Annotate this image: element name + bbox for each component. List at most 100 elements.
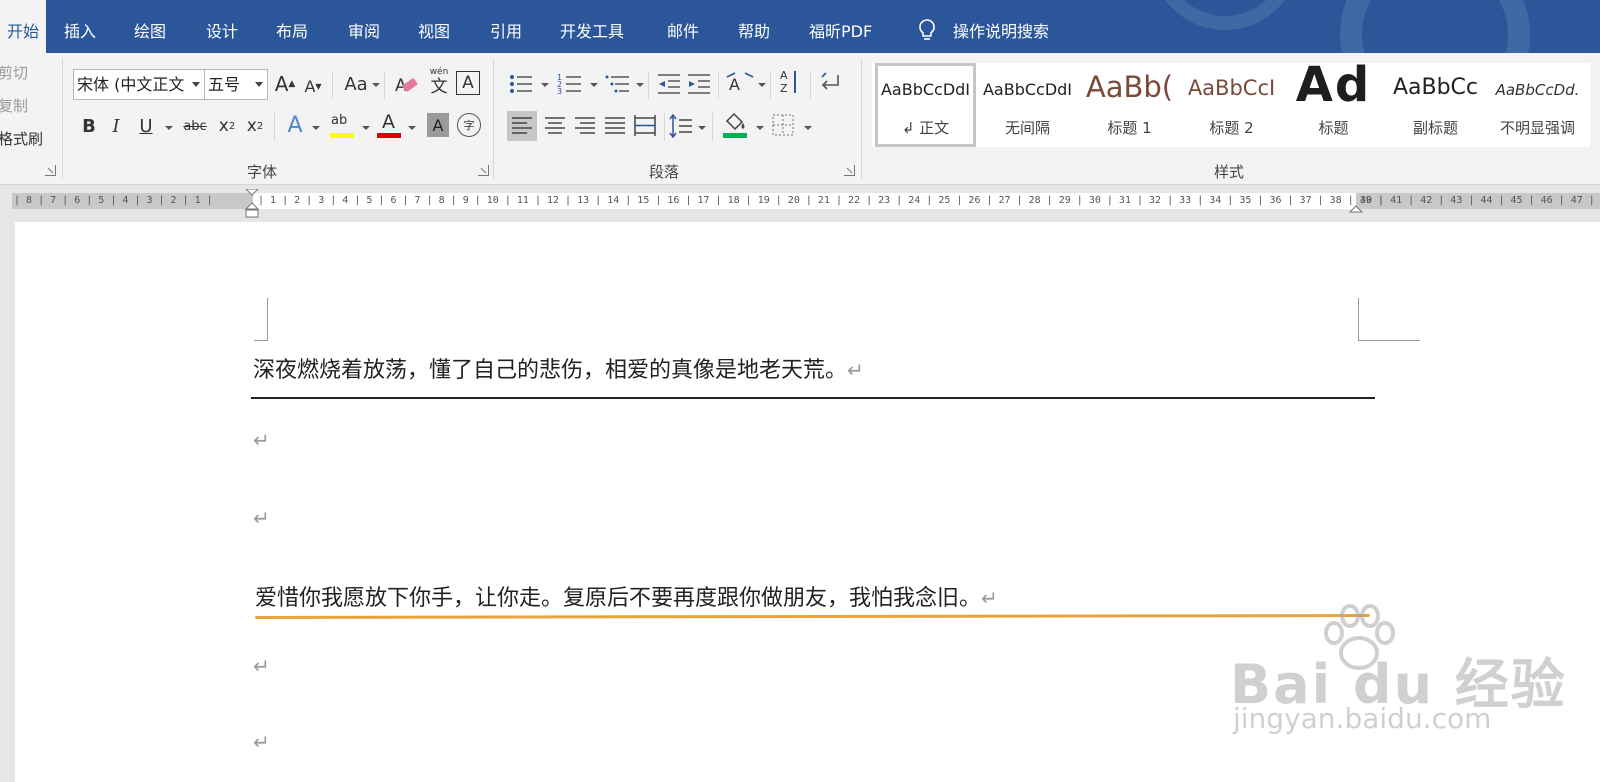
align-center-icon[interactable] — [540, 111, 570, 141]
style-preview: Ad — [1295, 57, 1372, 113]
chinese-layout-icon[interactable]: A — [726, 71, 754, 97]
underline-button[interactable]: U — [135, 113, 157, 139]
tell-me-search[interactable]: 操作说明搜索 — [953, 0, 1049, 53]
strikethrough-button[interactable]: abc — [180, 113, 210, 139]
character-border-icon: A — [462, 73, 474, 93]
paragraph-border-line — [251, 397, 1375, 399]
paragraph-2-text: 爱惜你我愿放下你手，让你走。复原后不要再度跟你做朋友，我怕我念旧。 — [255, 586, 982, 611]
divider — [718, 71, 719, 99]
text-effects-button[interactable]: A — [282, 111, 308, 139]
indent-marker-icon[interactable] — [245, 189, 259, 219]
grow-font-button[interactable]: A ▲ — [274, 71, 296, 97]
font-size-combo[interactable]: 五号 — [204, 69, 268, 100]
tab-review[interactable]: 审阅 — [348, 0, 380, 53]
horizontal-ruler[interactable]: | 8 | 7 | 6 | 5 | 4 | 3 | 2 | 1 | | 1 | … — [0, 189, 1600, 219]
font-launcher-icon[interactable] — [478, 165, 489, 176]
tab-developer[interactable]: 开发工具 — [560, 0, 624, 53]
phonetic-guide-button[interactable]: wén 文 — [427, 67, 451, 99]
chevron-down-icon[interactable] — [362, 126, 370, 130]
tab-view[interactable]: 视图 — [418, 0, 450, 53]
watermark-url: jingyan.baidu.com — [1233, 702, 1492, 735]
right-indent-marker-icon[interactable] — [1349, 205, 1363, 215]
format-painter-button[interactable]: 格式刷 — [0, 128, 43, 149]
empty-paragraph[interactable]: ↵ — [253, 654, 270, 678]
borders-icon[interactable] — [771, 113, 795, 137]
style-name: 标题 2 — [1209, 119, 1254, 137]
tab-design[interactable]: 设计 — [206, 0, 238, 53]
superscript-button[interactable]: x2 — [244, 113, 266, 139]
tab-references[interactable]: 引用 — [490, 0, 522, 53]
increase-indent-icon[interactable] — [686, 71, 712, 97]
subscript-button[interactable]: x2 — [216, 113, 238, 139]
chevron-down-icon[interactable] — [312, 126, 320, 130]
character-shading-button[interactable]: A — [427, 113, 449, 137]
highlight-button[interactable]: ab — [329, 113, 357, 141]
chevron-down-icon[interactable] — [165, 126, 173, 130]
tab-mailings[interactable]: 邮件 — [667, 0, 699, 53]
chevron-down-icon[interactable] — [590, 83, 598, 87]
sort-icon: A Z — [780, 69, 788, 95]
font-color-button[interactable]: A — [377, 111, 403, 141]
font-name-value: 宋体 (中文正文 — [77, 75, 185, 94]
font-name-combo[interactable]: 宋体 (中文正文 — [73, 69, 205, 100]
shrink-font-button[interactable]: A ▼ — [302, 73, 324, 99]
tab-foxit-pdf[interactable]: 福昕PDF — [809, 0, 872, 53]
style-subtitle[interactable]: AaBbCc 副标题 — [1385, 63, 1486, 147]
chevron-down-icon[interactable] — [636, 83, 644, 87]
chevron-down-icon[interactable] — [698, 126, 706, 130]
chevron-down-icon[interactable] — [756, 126, 764, 130]
italic-button[interactable]: I — [105, 113, 127, 139]
justify-icon[interactable] — [600, 111, 630, 141]
chevron-down-icon[interactable] — [758, 83, 766, 87]
styles-group-label: 样式 — [1214, 163, 1245, 181]
numbering-icon[interactable]: 123 — [557, 71, 583, 97]
tab-help[interactable]: 帮助 — [738, 0, 770, 53]
font-color-swatch — [377, 133, 401, 138]
align-right-icon[interactable] — [570, 111, 600, 141]
multilevel-list-icon[interactable] — [605, 71, 631, 97]
chevron-down-icon[interactable] — [541, 83, 549, 87]
enclose-characters-button[interactable]: 字 — [457, 113, 481, 137]
bold-button[interactable]: B — [78, 113, 100, 139]
chevron-down-icon[interactable] — [408, 126, 416, 130]
paragraph-1-text: 深夜燃烧着放荡，懂了自己的悲伤，相爱的真像是地老天荒。 — [253, 358, 848, 383]
character-border-button[interactable]: A — [456, 71, 480, 95]
clipboard-launcher-icon[interactable] — [45, 165, 56, 176]
cut-button[interactable]: 剪切 — [0, 62, 28, 83]
tab-home[interactable]: 开始 — [0, 0, 46, 53]
style-title[interactable]: Ad 标题 — [1283, 57, 1384, 147]
paragraph-2[interactable]: 爱惜你我愿放下你手，让你走。复原后不要再度跟你做朋友，我怕我念旧。↵ — [255, 580, 998, 612]
bullets-icon[interactable] — [508, 71, 534, 97]
show-hide-marks-icon[interactable] — [818, 71, 844, 97]
tab-draw[interactable]: 绘图 — [134, 0, 166, 53]
empty-paragraph[interactable]: ↵ — [253, 730, 270, 754]
chevron-down-icon[interactable] — [372, 83, 380, 87]
divider — [712, 113, 713, 141]
style-heading-1[interactable]: AaBb( 标题 1 — [1079, 63, 1180, 147]
shading-button[interactable] — [721, 111, 749, 141]
divider — [384, 71, 385, 99]
decrease-indent-icon[interactable] — [656, 71, 682, 97]
clear-formatting-icon[interactable]: A — [393, 71, 419, 97]
change-case-button[interactable]: Aa — [341, 71, 371, 97]
align-left-icon — [512, 117, 532, 134]
style-normal[interactable]: AaBbCcDdI ↲ 正文 — [875, 63, 976, 147]
style-subtle-emphasis[interactable]: AaBbCcDd. 不明显强调 — [1487, 63, 1588, 147]
paragraph-1[interactable]: 深夜燃烧着放荡，懂了自己的悲伤，相爱的真像是地老天荒。↵ — [253, 352, 864, 384]
line-spacing-icon[interactable] — [668, 111, 694, 141]
chevron-down-icon[interactable] — [804, 126, 812, 130]
tab-layout[interactable]: 布局 — [276, 0, 308, 53]
style-no-spacing[interactable]: AaBbCcDdI 无间隔 — [977, 63, 1078, 147]
sort-button[interactable]: A Z — [779, 69, 803, 99]
distributed-icon[interactable] — [630, 111, 660, 141]
style-heading-2[interactable]: AaBbCcI 标题 2 — [1181, 63, 1282, 147]
tab-insert[interactable]: 插入 — [64, 0, 96, 53]
lightbulb-icon[interactable] — [917, 18, 937, 44]
divider — [332, 71, 333, 99]
empty-paragraph[interactable]: ↵ — [253, 428, 270, 452]
paragraph-launcher-icon[interactable] — [844, 165, 855, 176]
align-left-button[interactable] — [507, 111, 537, 141]
empty-paragraph[interactable]: ↵ — [253, 506, 270, 530]
copy-button[interactable]: 复制 — [0, 95, 28, 116]
decoration-circle — [1340, 0, 1530, 53]
